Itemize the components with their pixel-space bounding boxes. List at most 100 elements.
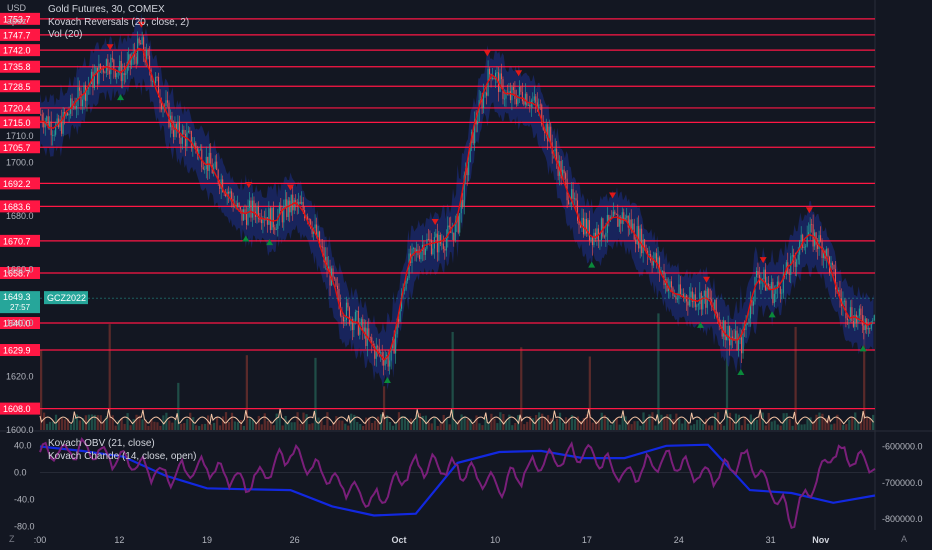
- candle-body: [251, 200, 253, 218]
- volume-bar: [60, 418, 64, 430]
- volume-bar: [851, 416, 854, 430]
- candle-body: [617, 214, 619, 227]
- candle-body: [113, 59, 115, 70]
- candle-body: [166, 100, 169, 103]
- volume-bar: [180, 423, 183, 430]
- volume-bar: [573, 419, 577, 430]
- candle-body: [641, 228, 643, 254]
- candle-body: [247, 207, 249, 225]
- candle-body: [605, 232, 607, 237]
- candle-body: [760, 280, 762, 284]
- auto-scale-button[interactable]: A: [901, 534, 907, 544]
- candle-body: [453, 232, 455, 241]
- volume-bar: [192, 417, 195, 430]
- volume-bar: [96, 415, 99, 430]
- legend-kovach-reversals[interactable]: Kovach Reversals (20, close, 2): [48, 17, 189, 28]
- candle-body: [797, 254, 799, 260]
- volume-bar: [272, 425, 275, 430]
- candle-body: [378, 347, 380, 353]
- candle-body: [678, 284, 680, 299]
- candle-body: [192, 147, 194, 149]
- candle-body: [638, 226, 640, 249]
- candle-body: [554, 148, 556, 152]
- candle-body: [108, 70, 110, 75]
- volume-bar: [651, 412, 654, 430]
- username-label: apoz: [7, 16, 27, 26]
- candle-body: [565, 173, 567, 179]
- candle-body: [137, 38, 139, 64]
- volume-bar: [845, 424, 848, 430]
- candle-body: [237, 203, 239, 208]
- volume-bar: [260, 424, 263, 430]
- buy-marker: [737, 368, 745, 375]
- candle-body: [199, 149, 201, 151]
- volume-bar: [376, 416, 380, 430]
- level-label: 1747.7: [3, 30, 31, 40]
- candle-body: [781, 292, 783, 294]
- candle-body: [696, 305, 698, 307]
- candle-body: [280, 205, 282, 211]
- chart-canvas[interactable]: 1753.71747.71742.01735.81728.51720.41715…: [0, 0, 932, 550]
- candle-body: [484, 92, 486, 94]
- level-label: 1735.8: [3, 62, 31, 72]
- price-tick-label: 1620.0: [6, 372, 34, 382]
- volume-bar: [791, 425, 794, 430]
- candle-body: [180, 137, 182, 144]
- volume-bar: [362, 425, 365, 430]
- volume-bar: [356, 421, 359, 430]
- candle-body: [405, 280, 407, 290]
- candle-body: [102, 68, 104, 73]
- volume-bar: [275, 413, 278, 430]
- candle-body: [454, 222, 456, 241]
- candle-body: [156, 76, 158, 78]
- candle-body: [843, 300, 845, 302]
- candle-body: [767, 283, 769, 287]
- volume-bar: [854, 412, 857, 430]
- time-tick-label: :00: [34, 535, 47, 545]
- candle-body: [216, 161, 218, 170]
- candle-body: [333, 277, 336, 279]
- level-label: 1728.5: [3, 82, 31, 92]
- volume-bar: [120, 418, 123, 430]
- candle-body: [271, 207, 273, 230]
- candle-body: [481, 99, 483, 109]
- volume-bar: [463, 416, 466, 430]
- volume-bar: [257, 415, 260, 430]
- candle-body: [584, 218, 586, 235]
- legend-main-symbol[interactable]: Gold Futures, 30, COMEX: [48, 4, 165, 15]
- volume-bar: [636, 421, 639, 430]
- candle-body: [675, 295, 677, 300]
- volume-bar: [490, 413, 493, 430]
- candle-body: [669, 281, 671, 288]
- candle-body: [138, 38, 140, 44]
- time-tick-label: 17: [582, 535, 592, 545]
- volume-bar: [460, 414, 463, 430]
- candle-body: [588, 220, 590, 241]
- candle-body: [377, 346, 379, 348]
- legend-kovach-chande[interactable]: Kovach Chande (14, close, open): [48, 451, 196, 462]
- candle-body: [354, 311, 356, 323]
- candle-body: [380, 352, 382, 354]
- candle-body: [322, 246, 324, 248]
- candle-body: [489, 68, 491, 75]
- legend-volume[interactable]: Vol (20): [48, 29, 82, 40]
- volume-bar: [699, 418, 702, 430]
- candle-body: [708, 288, 710, 298]
- candle-body: [140, 43, 142, 45]
- candle-body: [681, 293, 683, 295]
- z-button[interactable]: Z: [9, 534, 15, 544]
- candle-body: [290, 194, 292, 213]
- volume-bar: [227, 421, 231, 430]
- volume-bar: [702, 423, 705, 430]
- volume-bar: [475, 415, 478, 430]
- volume-bar: [63, 419, 67, 430]
- candle-body: [612, 211, 614, 218]
- candle-body: [636, 226, 638, 244]
- candle-body: [204, 168, 206, 170]
- volume-bar: [773, 420, 776, 430]
- candle-body: [800, 234, 802, 242]
- volume-bar: [439, 423, 442, 430]
- legend-kovach-obv[interactable]: Kovach OBV (21, close): [48, 438, 155, 449]
- volume-bar: [526, 421, 529, 430]
- volume-bar: [174, 419, 177, 430]
